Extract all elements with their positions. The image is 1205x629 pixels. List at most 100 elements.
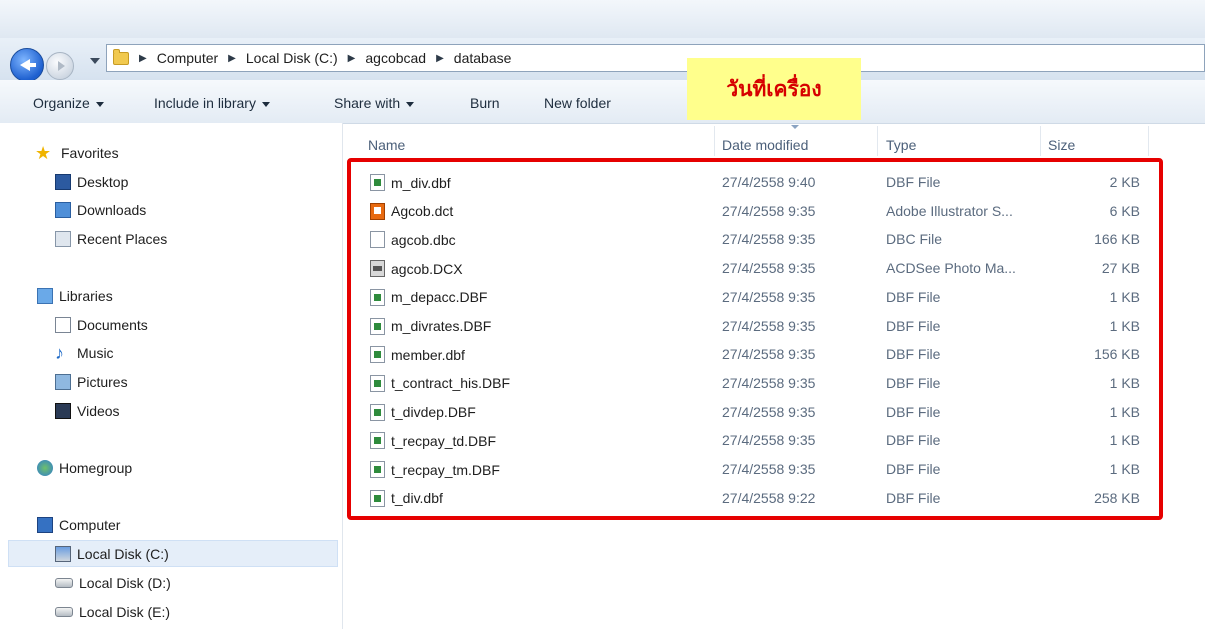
file-name-cell[interactable]: member.dbf (370, 346, 465, 364)
file-row[interactable]: m_depacc.DBF 27/4/2558 9:35 DBF File 1 KB (370, 284, 1150, 313)
include-in-library-button[interactable]: Include in library (154, 95, 270, 111)
acdsee-file-icon (370, 260, 385, 278)
column-divider[interactable] (877, 126, 878, 156)
file-size: 1 KB (1109, 374, 1140, 391)
dbf-file-icon (370, 317, 385, 335)
file-name: m_divrates.DBF (391, 318, 492, 334)
file-row[interactable]: Agcob.dct 27/4/2558 9:35 Adobe Illustrator… (370, 198, 1150, 227)
file-row[interactable]: agcob.DCX 27/4/2558 9:35 ACDSee Photo Ma..… (370, 255, 1150, 284)
file-name: t_recpay_td.DBF (391, 432, 497, 449)
file-name-cell[interactable]: agcob.DCX (370, 260, 463, 278)
file-size: 6 KB (1109, 202, 1140, 219)
file-size: 258 KB (1094, 489, 1140, 506)
column-header-name[interactable]: Name (368, 137, 405, 153)
system-drive-icon (55, 546, 71, 562)
breadcrumb-agcobcad[interactable]: agcobcad (365, 50, 426, 66)
file-name-cell[interactable]: Agcob.dct (370, 202, 454, 220)
file-date-modified: 27/4/2558 9:35 (722, 346, 816, 363)
blank-file-icon (370, 231, 385, 249)
file-row[interactable]: t_contract_his.DBF 27/4/2558 9:35 DBF File… (370, 370, 1150, 399)
chevron-right-icon[interactable]: ▶ (139, 53, 147, 64)
share-with-button[interactable]: Share with (334, 95, 415, 111)
nav-favorites[interactable]: ★ Favorites (35, 143, 119, 163)
column-header-type[interactable]: Type (886, 137, 916, 153)
nav-recent-places[interactable]: Recent Places (55, 231, 167, 247)
desktop-icon (55, 174, 71, 190)
file-type: DBF File (886, 317, 941, 334)
file-row[interactable]: m_div.dbf 27/4/2558 9:40 DBF File 2 KB (370, 169, 1150, 198)
file-name-cell[interactable]: t_contract_his.DBF (370, 374, 510, 392)
breadcrumb-local-disk-c[interactable]: Local Disk (C:) (246, 50, 338, 66)
file-name: Agcob.dct (391, 203, 454, 220)
recent-places-icon (55, 231, 71, 247)
nav-label: Local Disk (D:) (79, 575, 171, 591)
file-date-modified: 27/4/2558 9:35 (722, 202, 816, 219)
nav-music[interactable]: ♪ Music (55, 343, 114, 363)
organize-button[interactable]: Organize (33, 95, 104, 111)
file-name: m_depacc.DBF (391, 289, 488, 306)
file-row[interactable]: m_divrates.DBF 27/4/2558 9:35 DBF File 1 KB (370, 313, 1150, 342)
file-row[interactable]: member.dbf 27/4/2558 9:35 DBF File 156 KB (370, 341, 1150, 370)
nav-downloads[interactable]: Downloads (55, 202, 146, 218)
star-icon: ★ (35, 143, 52, 163)
libraries-icon (37, 288, 53, 304)
column-divider[interactable] (714, 126, 715, 156)
chevron-right-icon[interactable]: ▶ (348, 53, 356, 64)
file-row[interactable]: t_recpay_tm.DBF 27/4/2558 9:35 DBF File 1 K… (370, 456, 1150, 485)
nav-desktop[interactable]: Desktop (55, 174, 128, 190)
file-type: DBF File (886, 374, 941, 391)
file-type: DBF File (886, 174, 941, 190)
music-icon: ♪ (55, 343, 64, 363)
include-label: Include in library (154, 95, 256, 111)
file-row[interactable]: agcob.dbc 27/4/2558 9:35 DBC File 166 KB (370, 226, 1150, 255)
nav-label: Documents (77, 317, 148, 333)
file-name: t_div.dbf (391, 490, 443, 507)
file-name-cell[interactable]: m_divrates.DBF (370, 317, 492, 335)
address-path[interactable]: ▶ Computer ▶ Local Disk (C:) ▶ agcobcad … (106, 44, 1205, 72)
dbf-file-icon (370, 432, 385, 450)
file-name-cell[interactable]: agcob.dbc (370, 231, 456, 249)
recent-pages-dropdown-icon[interactable] (90, 58, 100, 64)
file-date-modified: 27/4/2558 9:35 (722, 403, 816, 420)
nav-local-disk-e[interactable]: Local Disk (E:) (55, 604, 170, 620)
breadcrumb-computer[interactable]: Computer (157, 50, 218, 66)
chevron-right-icon[interactable]: ▶ (436, 53, 444, 64)
nav-documents[interactable]: Documents (55, 317, 148, 333)
nav-libraries[interactable]: Libraries (37, 288, 113, 304)
column-divider[interactable] (1040, 126, 1041, 156)
forward-button[interactable] (46, 52, 74, 80)
nav-videos[interactable]: Videos (55, 403, 120, 419)
file-row[interactable]: t_divdep.DBF 27/4/2558 9:35 DBF File 1 KB (370, 399, 1150, 428)
nav-computer[interactable]: Computer (37, 517, 120, 533)
chevron-right-icon[interactable]: ▶ (228, 53, 236, 64)
file-name-cell[interactable]: t_recpay_td.DBF (370, 432, 497, 450)
new-folder-button[interactable]: New folder (544, 95, 611, 111)
file-name-cell[interactable]: t_recpay_tm.DBF (370, 461, 500, 478)
column-header-date[interactable]: Date modified (722, 137, 808, 153)
downloads-icon (55, 202, 71, 218)
nav-label: Libraries (59, 288, 113, 304)
nav-pictures[interactable]: Pictures (55, 374, 128, 390)
file-type: DBF File (886, 461, 941, 477)
file-row[interactable]: t_div.dbf 27/4/2558 9:22 DBF File 258 KB (370, 485, 1150, 514)
file-date-modified: 27/4/2558 9:40 (722, 174, 816, 190)
nav-local-disk-c[interactable]: Local Disk (C:) (55, 546, 169, 562)
file-name-cell[interactable]: t_divdep.DBF (370, 403, 476, 421)
nav-homegroup[interactable]: Homegroup (37, 460, 132, 476)
nav-local-disk-d[interactable]: Local Disk (D:) (55, 575, 171, 591)
column-header-size[interactable]: Size (1048, 137, 1075, 153)
back-button[interactable] (10, 48, 44, 82)
nav-label: Favorites (61, 145, 119, 161)
file-name-cell[interactable]: m_depacc.DBF (370, 288, 488, 306)
file-row[interactable]: t_recpay_td.DBF 27/4/2558 9:35 DBF File 1 K… (370, 427, 1150, 456)
burn-label: Burn (470, 95, 500, 111)
file-date-modified: 27/4/2558 9:35 (722, 461, 816, 477)
column-divider[interactable] (1148, 126, 1149, 156)
file-name: t_recpay_tm.DBF (391, 461, 500, 478)
file-date-modified: 27/4/2558 9:35 (722, 288, 816, 305)
burn-button[interactable]: Burn (470, 95, 500, 111)
breadcrumb-database[interactable]: database (454, 50, 512, 66)
file-name-cell[interactable]: m_div.dbf (370, 174, 451, 191)
dbf-file-icon (370, 461, 385, 478)
file-name-cell[interactable]: t_div.dbf (370, 489, 443, 507)
